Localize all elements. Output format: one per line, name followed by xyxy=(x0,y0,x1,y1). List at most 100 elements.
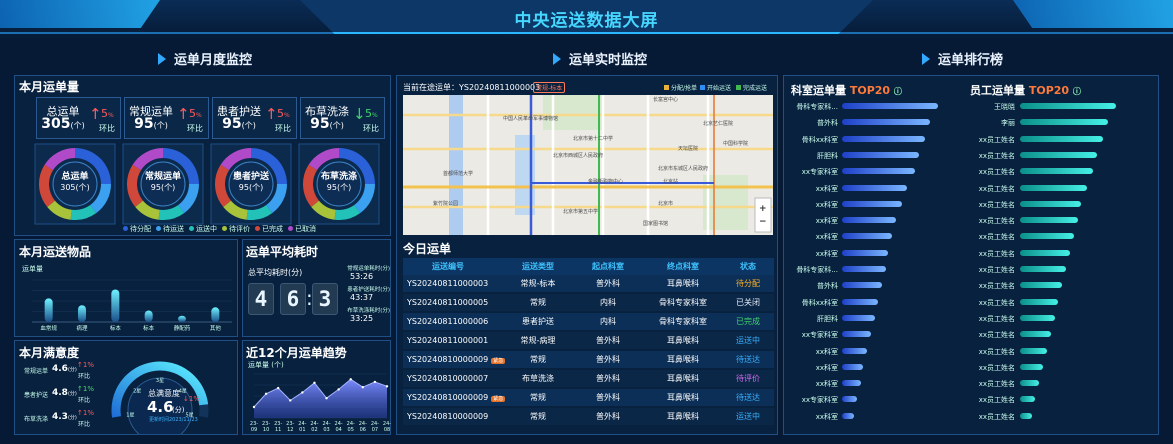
table-row[interactable]: YS20240811000001 常规-病理 普外科 耳鼻喉科 运送中 xyxy=(403,332,774,349)
table-header-cell: 终点科室 xyxy=(667,262,699,271)
rank-bar xyxy=(1020,249,1070,256)
rank-dept-title: 科室运单量 TOP20 ⓘ xyxy=(791,82,902,98)
donut-label: 常规运单 xyxy=(144,172,181,182)
trend-x-label: 11 xyxy=(275,427,281,433)
trend-x-label: 10 xyxy=(263,427,269,433)
cell-type: 常规 xyxy=(530,412,546,421)
map-label: 首都师范大学 xyxy=(443,170,473,177)
stat-card: 总运单 305(个) ↑ 5% 环比 xyxy=(36,97,121,139)
rank-bar xyxy=(1020,217,1078,224)
rank-bar xyxy=(1020,103,1116,109)
route-legend-label: 完成运送 xyxy=(743,85,768,92)
cell-from: 普外科 xyxy=(596,412,620,421)
table-row[interactable]: YS20240810000007 布草洗涤 普外科 耳鼻喉科 待评价 xyxy=(403,370,774,387)
rank-name: 李丽 xyxy=(1001,119,1015,128)
trend-x-label: 05 xyxy=(348,427,354,433)
rank-name: xx专家科室 xyxy=(801,168,838,177)
rank-bar xyxy=(842,233,892,240)
legend-label: 待分配 xyxy=(130,225,151,233)
rank-bar xyxy=(842,412,854,419)
table-row[interactable]: YS20240811000003 常规-标本 普外科 耳鼻喉科 待分配 xyxy=(403,275,774,292)
order-id: YS20240811000006 xyxy=(407,317,489,326)
item-category: 标本 xyxy=(143,324,155,332)
trend-point xyxy=(313,381,316,384)
table-row[interactable]: YS20240811000005 常规 内科 骨科专家科室 已关闭 xyxy=(403,294,774,311)
cell-status: 运送中 xyxy=(736,412,760,421)
rank-bar xyxy=(842,249,889,256)
sat-change: ↑1% xyxy=(77,385,94,393)
item-bar xyxy=(44,298,53,322)
rank-name: xx科室 xyxy=(815,380,838,389)
section-mid-label: 运单实时监控 xyxy=(569,53,648,68)
legend-label: 待运送 xyxy=(163,225,184,233)
stat-pct: 5% xyxy=(365,107,378,120)
item-bar xyxy=(178,315,186,322)
stat-pct-unit: % xyxy=(196,112,202,119)
stat-value: 305(个) xyxy=(37,116,89,132)
help-icon[interactable]: ⓘ xyxy=(1073,87,1081,96)
table-row[interactable]: YS20240810000009 紧急 常规 普外科 耳鼻喉科 待送达 xyxy=(403,351,774,368)
zoom-in-button[interactable]: + xyxy=(759,204,767,214)
cell-status: 待分配 xyxy=(736,279,760,288)
route-legend-item: 完成运送 xyxy=(736,83,767,92)
stat-unit: (个) xyxy=(153,121,168,130)
cell-type: 常规 xyxy=(530,298,546,307)
sat-hb: 环比 xyxy=(78,373,91,380)
sat-pct: 1% xyxy=(82,385,94,393)
stat-hb: 环比 xyxy=(275,124,291,133)
rank-bar xyxy=(842,380,862,387)
cell-type: 常规 xyxy=(530,355,546,364)
legend-item: 已完成 xyxy=(250,225,283,233)
trend-arrow-icon: ↑ xyxy=(177,105,190,123)
route-legend-label: 分配/抢单 xyxy=(671,85,698,92)
rank-dept-title-text: 科室运单量 xyxy=(791,84,846,97)
rank-name: 普外科 xyxy=(817,119,838,128)
header-deco-left xyxy=(0,0,160,28)
avgtime-item-value: 43:37 xyxy=(350,293,374,302)
rank-name: xx员工姓名 xyxy=(978,200,1015,209)
cell-type: 患者护送 xyxy=(522,317,554,326)
trend-point xyxy=(325,397,328,400)
section-left: 运单月度监控 xyxy=(158,49,252,68)
current-tag: 常规-标本 xyxy=(533,82,566,93)
rank-bar xyxy=(1020,282,1063,289)
rank-name: 王晓晓 xyxy=(994,103,1015,111)
triangle-icon xyxy=(158,53,166,65)
cell-from: 普外科 xyxy=(596,393,620,402)
rank-name: xx员工姓名 xyxy=(978,363,1015,372)
sat-number: 4.3 xyxy=(52,412,68,422)
trend-point xyxy=(289,399,292,402)
cell-from: 普外科 xyxy=(596,279,620,288)
rank-name: xx员工姓名 xyxy=(978,217,1015,226)
item-category: 病理 xyxy=(76,324,88,332)
rank-bar xyxy=(842,314,875,321)
donut-label: 总运单 xyxy=(61,172,89,182)
trend-point xyxy=(337,388,340,391)
rank-name: xx员工姓名 xyxy=(978,233,1015,242)
section-left-label: 运单月度监控 xyxy=(174,53,253,68)
table-row[interactable]: YS20240810000009 常规 普外科 耳鼻喉科 运送中 xyxy=(403,408,774,425)
gauge-change: ↓1% xyxy=(183,395,200,403)
table-row[interactable]: YS20240811000006 患者护送 内科 骨科专家科室 已完成 xyxy=(403,313,774,330)
sat-value: 4.8(分) xyxy=(52,388,77,398)
item-category: 血常规 xyxy=(40,324,57,332)
help-icon[interactable]: ⓘ xyxy=(894,87,902,96)
gauge-tick: 3星 xyxy=(156,378,164,384)
table-row[interactable]: YS20240810000009 紧急 常规 普外科 耳鼻喉科 待送达 xyxy=(403,389,774,406)
stat-pct-value: 5 xyxy=(277,107,284,120)
rank-bar xyxy=(842,363,864,370)
cell-from: 普外科 xyxy=(596,374,620,383)
stat-unit: (个) xyxy=(329,121,344,130)
trend-x-label: 08 xyxy=(384,427,390,433)
legend-label: 已取消 xyxy=(295,225,316,233)
cell-to: 骨科专家科室 xyxy=(659,317,707,326)
trend-point xyxy=(301,391,304,394)
rank-bar xyxy=(1020,151,1097,158)
zoom-out-button[interactable]: − xyxy=(759,217,767,227)
trend-point xyxy=(349,378,352,381)
donut-value: 305(个) xyxy=(60,183,90,192)
stat-number: 95 xyxy=(134,116,154,132)
stat-value: 95(个) xyxy=(301,116,353,132)
map-view[interactable]: 长富宫中心北京艺仁医院 中国人民革命军事博物馆北京市第十二中学天坛医院北京市西城区… xyxy=(403,95,773,235)
rank-bar xyxy=(842,135,925,142)
